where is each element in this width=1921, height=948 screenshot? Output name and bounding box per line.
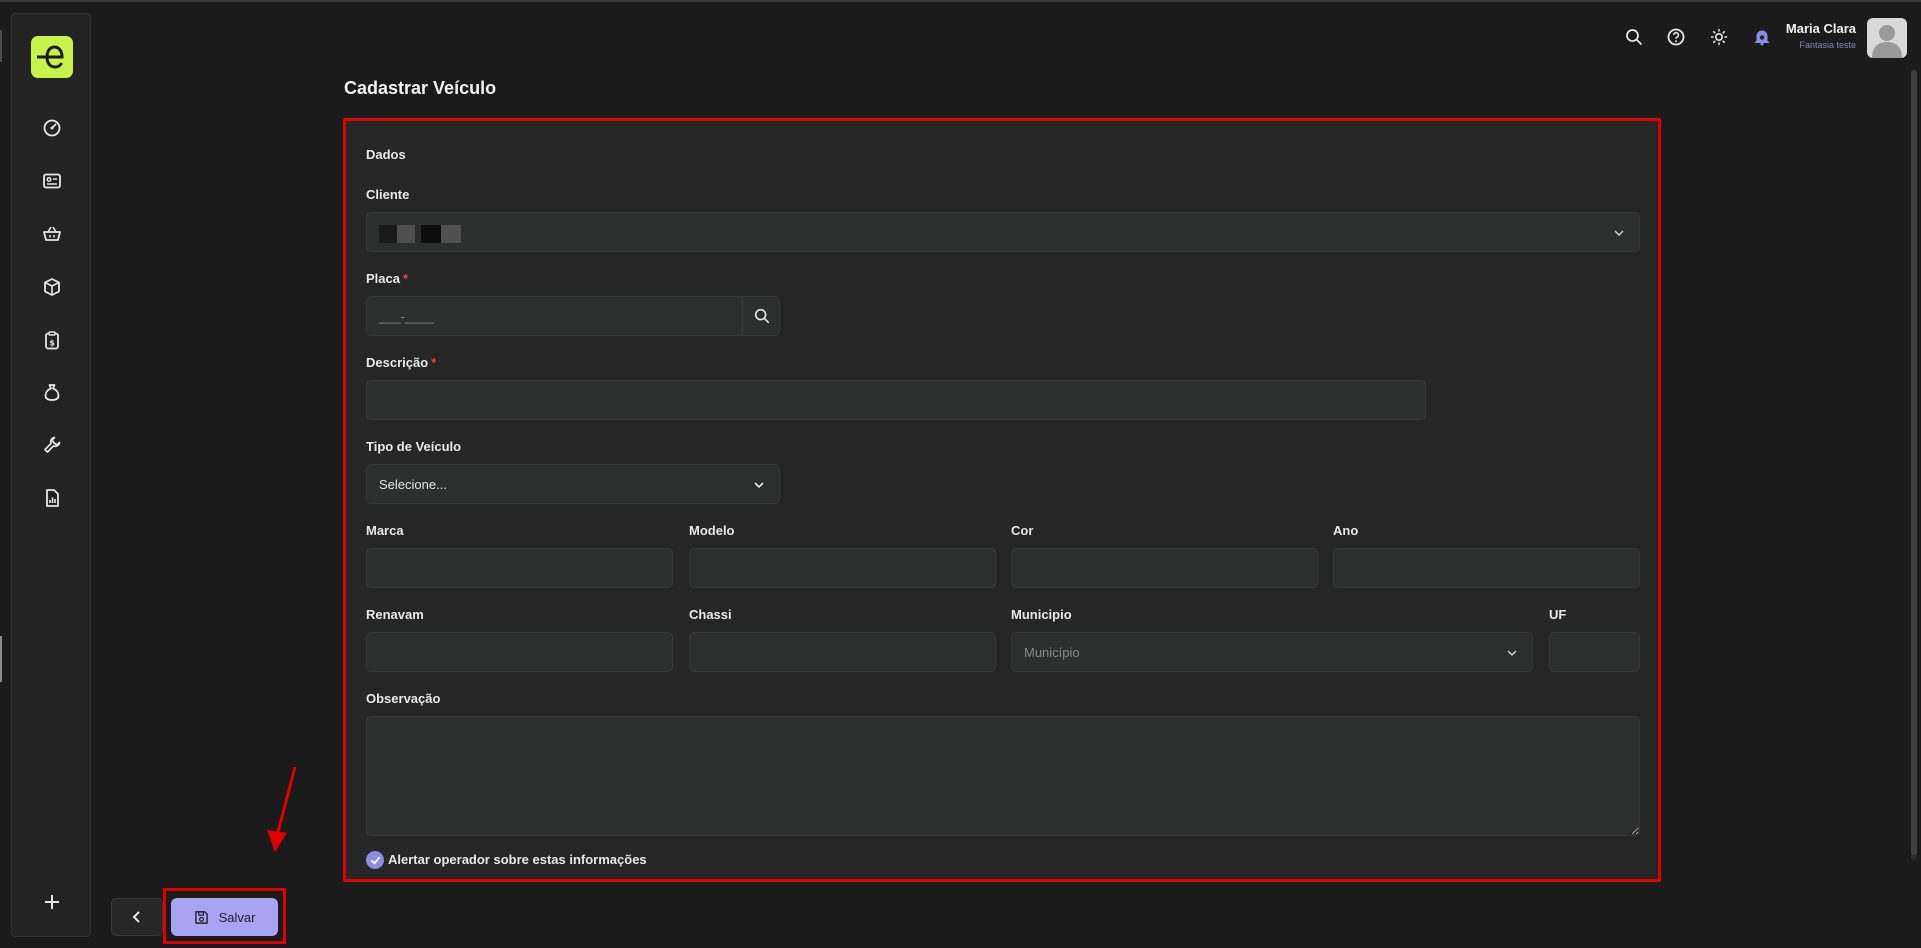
header-search-button[interactable] xyxy=(1621,24,1647,50)
sidebar-item-finance[interactable]: $ xyxy=(36,324,68,356)
header-notifications-button[interactable] xyxy=(1749,24,1775,50)
window-top-border xyxy=(0,0,1921,2)
chevron-down-icon xyxy=(1614,230,1624,237)
save-button[interactable]: Salvar xyxy=(171,898,278,936)
svg-text:$: $ xyxy=(49,339,55,348)
header-theme-toggle[interactable] xyxy=(1706,24,1732,50)
search-icon xyxy=(1626,29,1642,45)
window-edge-marker xyxy=(0,30,2,62)
modelo-input[interactable] xyxy=(689,548,996,588)
page-title: Cadastrar Veículo xyxy=(344,78,497,98)
tipo-veiculo-label: Tipo de Veículo xyxy=(366,439,462,454)
user-company: Fantasia teste xyxy=(1799,40,1856,50)
sidebar-item-clients[interactable] xyxy=(36,165,68,197)
tipo-veiculo-value: Selecione... xyxy=(379,476,447,492)
municipio-placeholder: Município xyxy=(1024,644,1080,660)
sidebar-add-button[interactable] xyxy=(36,886,68,918)
logo-e-icon xyxy=(37,45,64,69)
sidebar-item-dashboard[interactable] xyxy=(36,112,68,144)
cor-label: Cor xyxy=(1011,523,1034,538)
basket-icon xyxy=(43,226,61,241)
marca-label: Marca xyxy=(366,523,404,538)
chevron-left-icon xyxy=(132,911,140,923)
save-label: Salvar xyxy=(218,909,256,925)
clipboard-dollar-icon: $ xyxy=(45,331,59,350)
redacted-client-name xyxy=(379,225,461,243)
ano-input[interactable] xyxy=(1333,548,1640,588)
id-card-icon xyxy=(43,173,61,189)
sidebar: $ xyxy=(11,13,91,937)
observacao-textarea[interactable] xyxy=(366,716,1640,836)
dashboard-icon xyxy=(43,119,61,137)
window-edge-marker xyxy=(0,636,2,682)
money-bag-icon xyxy=(44,384,60,401)
municipio-label: Municipio xyxy=(1011,607,1072,622)
placa-label: Placa * xyxy=(366,271,409,286)
checkmark-icon xyxy=(370,856,380,865)
scrollbar-thumb[interactable] xyxy=(1911,70,1917,855)
cor-input[interactable] xyxy=(1011,548,1318,588)
marca-input[interactable] xyxy=(366,548,673,588)
municipio-select[interactable]: Município xyxy=(1011,632,1533,672)
annotation-arrow xyxy=(267,766,297,852)
chassi-input[interactable] xyxy=(689,632,996,672)
theme-sun-icon xyxy=(1710,28,1728,46)
chevron-down-icon xyxy=(754,482,764,489)
uf-input[interactable] xyxy=(1549,632,1640,672)
help-icon xyxy=(1667,28,1685,46)
chevron-down-icon xyxy=(1507,650,1517,657)
floppy-disk-icon xyxy=(194,910,208,924)
cliente-select[interactable] xyxy=(366,212,1640,252)
descricao-label: Descrição * xyxy=(366,355,437,370)
cliente-label: Cliente xyxy=(366,187,410,202)
sidebar-item-sales[interactable] xyxy=(36,218,68,250)
header-help-button[interactable] xyxy=(1663,24,1689,50)
sidebar-item-services[interactable] xyxy=(36,429,68,461)
back-button[interactable] xyxy=(111,898,163,936)
sidebar-item-products[interactable] xyxy=(36,271,68,303)
sidebar-item-money[interactable] xyxy=(36,376,68,408)
sidebar-item-reports[interactable] xyxy=(36,482,68,514)
section-title: Dados xyxy=(366,147,406,162)
report-icon xyxy=(46,489,59,507)
modelo-label: Modelo xyxy=(689,523,735,538)
placa-input[interactable] xyxy=(366,296,780,336)
uf-label: UF xyxy=(1549,607,1567,622)
plus-icon xyxy=(45,895,59,909)
renavam-input[interactable] xyxy=(366,632,673,672)
ano-label: Ano xyxy=(1333,523,1359,538)
tipo-veiculo-select[interactable]: Selecione... xyxy=(366,464,780,504)
descricao-input[interactable] xyxy=(366,380,1426,420)
alertar-label[interactable]: Alertar operador sobre estas informações xyxy=(388,852,647,867)
user-avatar-icon xyxy=(1872,25,1902,58)
placa-search-button[interactable] xyxy=(742,296,780,336)
search-icon xyxy=(754,308,769,324)
user-name: Maria Clara xyxy=(1785,21,1856,36)
alertar-checkbox[interactable] xyxy=(366,851,384,869)
notifications-icon xyxy=(1754,30,1770,46)
chassi-label: Chassi xyxy=(689,607,732,622)
observacao-label: Observação xyxy=(366,691,441,706)
avatar[interactable] xyxy=(1867,18,1907,58)
app-logo[interactable] xyxy=(31,36,73,78)
box-icon xyxy=(44,278,60,296)
renavam-label: Renavam xyxy=(366,607,424,622)
vehicle-form-card: Dados Cliente Placa* Descrição* Tipo de … xyxy=(343,118,1661,882)
wrench-icon xyxy=(44,436,61,453)
